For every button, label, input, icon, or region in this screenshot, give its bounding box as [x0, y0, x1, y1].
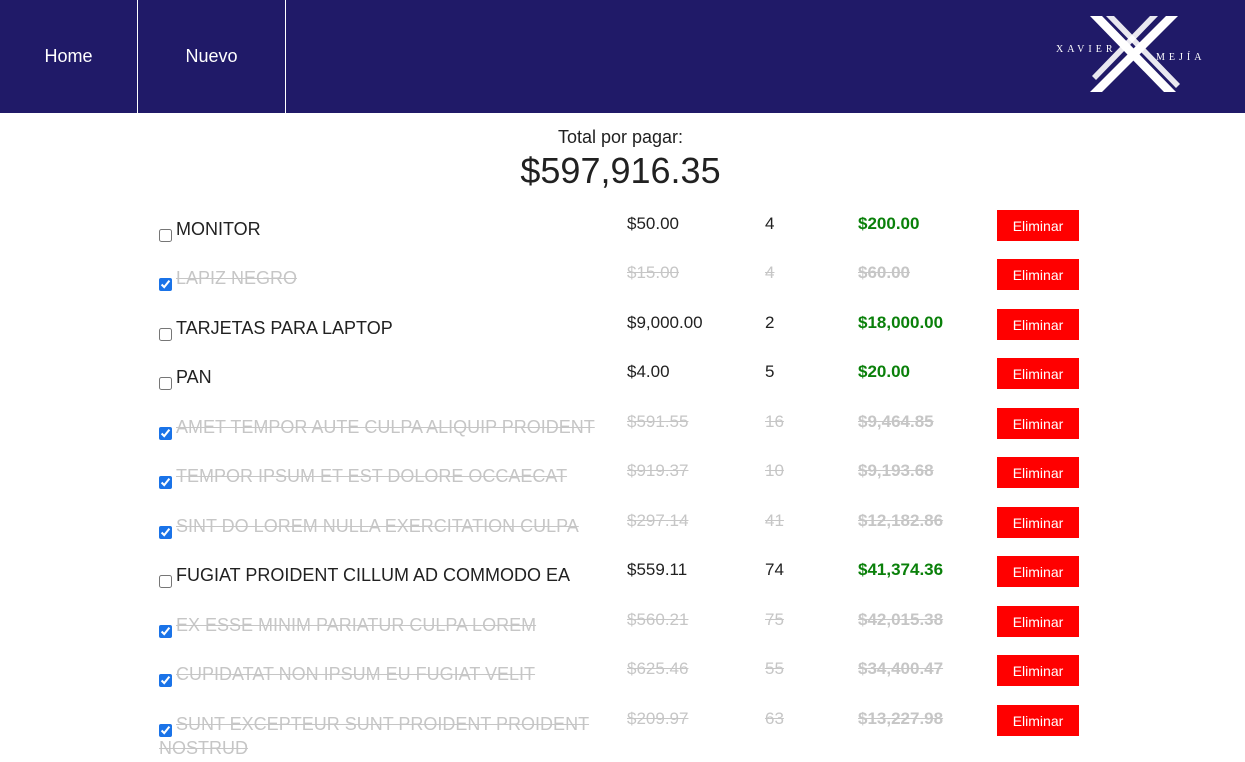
item-subtotal: $9,193.68 [858, 461, 934, 480]
item-name: SUNT EXCEPTEUR SUNT PROIDENT PROIDENT NO… [159, 714, 590, 758]
delete-button[interactable]: Eliminar [997, 309, 1079, 340]
item-quantity: 41 [765, 511, 784, 530]
list-item: FUGIAT PROIDENT CILLUM AD COMMODO EA $559… [0, 556, 1245, 612]
item-subtotal: $42,015.38 [858, 610, 944, 629]
item-subtotal: $34,400.47 [858, 659, 944, 678]
item-quantity: 55 [765, 659, 784, 678]
nav-nuevo-link[interactable]: Nuevo [138, 0, 286, 113]
item-price: $15.00 [627, 263, 679, 282]
list-item: SUNT EXCEPTEUR SUNT PROIDENT PROIDENT NO… [0, 705, 1245, 761]
item-price: $560.21 [627, 610, 689, 629]
delete-button[interactable]: Eliminar [997, 556, 1079, 587]
item-quantity: 4 [765, 263, 775, 282]
navbar: Home Nuevo XAVIER MEJÍA [0, 0, 1245, 113]
item-price: $4.00 [627, 362, 670, 381]
item-name: CUPIDATAT NON IPSUM EU FUGIAT VELIT [176, 664, 536, 684]
item-checkbox[interactable] [159, 575, 172, 588]
item-quantity: 2 [765, 313, 775, 332]
item-price: $209.97 [627, 709, 689, 728]
item-name: TEMPOR IPSUM ET EST DOLORE OCCAECAT [176, 466, 568, 486]
item-quantity: 4 [765, 214, 775, 233]
item-quantity: 16 [765, 412, 784, 431]
item-name: PAN [176, 367, 212, 387]
delete-button[interactable]: Eliminar [997, 358, 1079, 389]
item-quantity: 75 [765, 610, 784, 629]
list-item: PAN $4.00 5 $20.00 Eliminar [0, 358, 1245, 414]
item-quantity: 5 [765, 362, 775, 381]
item-subtotal: $200.00 [858, 214, 920, 233]
delete-button[interactable]: Eliminar [997, 507, 1079, 538]
total-amount: $597,916.35 [520, 150, 721, 191]
item-name: LAPIZ NEGRO [176, 268, 298, 288]
item-subtotal: $18,000.00 [858, 313, 944, 332]
item-subtotal: $9,464.85 [858, 412, 934, 431]
item-quantity: 10 [765, 461, 784, 480]
brand-logo: XAVIER MEJÍA [1052, 12, 1204, 98]
item-price: $50.00 [627, 214, 679, 233]
item-name: AMET TEMPOR AUTE CULPA ALIQUIP PROIDENT [176, 417, 595, 437]
item-checkbox[interactable] [159, 724, 172, 737]
logo-text-last: MEJÍA [1156, 52, 1206, 63]
item-checkbox[interactable] [159, 229, 172, 242]
item-name: FUGIAT PROIDENT CILLUM AD COMMODO EA [176, 565, 571, 585]
list-item: CUPIDATAT NON IPSUM EU FUGIAT VELIT $625.… [0, 655, 1245, 711]
item-quantity: 63 [765, 709, 784, 728]
item-subtotal: $41,374.36 [858, 560, 944, 579]
item-subtotal: $60.00 [858, 263, 910, 282]
delete-button[interactable]: Eliminar [997, 457, 1079, 488]
item-checkbox[interactable] [159, 328, 172, 341]
item-name: MONITOR [176, 219, 261, 239]
list-item: LAPIZ NEGRO $15.00 4 $60.00 Eliminar [0, 259, 1245, 315]
item-price: $9,000.00 [627, 313, 703, 332]
item-checkbox[interactable] [159, 278, 172, 291]
item-checkbox[interactable] [159, 674, 172, 687]
delete-button[interactable]: Eliminar [997, 259, 1079, 290]
delete-button[interactable]: Eliminar [997, 606, 1079, 637]
delete-button[interactable]: Eliminar [997, 408, 1079, 439]
nav-home-link[interactable]: Home [0, 0, 138, 113]
item-price: $559.11 [627, 560, 688, 579]
item-checkbox[interactable] [159, 377, 172, 390]
delete-button[interactable]: Eliminar [997, 210, 1079, 241]
item-checkbox[interactable] [159, 526, 172, 539]
item-price: $625.46 [627, 659, 689, 678]
delete-button[interactable]: Eliminar [997, 655, 1079, 686]
list-item: TEMPOR IPSUM ET EST DOLORE OCCAECAT $919.… [0, 457, 1245, 513]
logo-text-first: XAVIER [1056, 44, 1117, 55]
delete-button[interactable]: Eliminar [997, 705, 1079, 736]
item-checkbox[interactable] [159, 476, 172, 489]
item-checkbox[interactable] [159, 625, 172, 638]
item-price: $919.37 [627, 461, 689, 480]
item-subtotal: $12,182.86 [858, 511, 944, 530]
item-name: EX ESSE MINIM PARIATUR CULPA LOREM [176, 615, 537, 635]
item-name: SINT DO LOREM NULLA EXERCITATION CULPA [176, 516, 579, 536]
item-checkbox[interactable] [159, 427, 172, 440]
total-label: Total por pagar: [557, 127, 684, 147]
item-name: TARJETAS PARA LAPTOP [176, 318, 393, 338]
item-price: $297.14 [627, 511, 689, 530]
item-quantity: 74 [765, 560, 784, 579]
item-subtotal: $20.00 [858, 362, 910, 381]
item-subtotal: $13,227.98 [858, 709, 944, 728]
item-price: $591.55 [627, 412, 689, 431]
